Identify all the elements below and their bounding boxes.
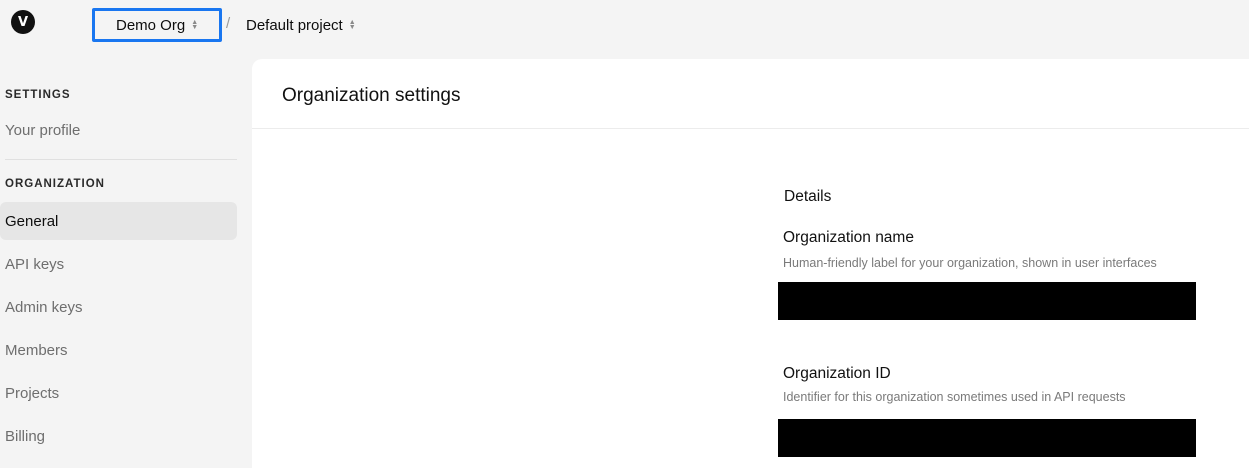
org-switcher-button[interactable]: Demo Org ▲ ▼: [92, 8, 222, 42]
sidebar-item-api-keys[interactable]: API keys: [0, 245, 237, 283]
org-name: Demo Org: [116, 16, 186, 34]
chevron-up-down-icon: ▲ ▼: [191, 19, 199, 31]
sidebar-item-projects[interactable]: Projects: [0, 374, 237, 412]
sidebar-item-label: API keys: [5, 255, 65, 273]
sidebar-item-your-profile[interactable]: Your profile: [0, 111, 237, 149]
sidebar-item-label: Members: [5, 341, 68, 359]
org-name-description: Human-friendly label for your organizati…: [783, 256, 1157, 270]
logo-letter: V: [17, 14, 29, 30]
org-id-value-redacted[interactable]: [778, 419, 1196, 457]
sidebar-item-billing[interactable]: Billing: [0, 417, 237, 455]
project-name: Default project: [246, 16, 343, 34]
sidebar-item-members[interactable]: Members: [0, 331, 237, 369]
sidebar-item-admin-keys[interactable]: Admin keys: [0, 288, 237, 326]
org-name-input-redacted[interactable]: [778, 282, 1196, 320]
org-id-description: Identifier for this organization sometim…: [783, 390, 1126, 404]
sidebar-item-label: Billing: [5, 427, 46, 445]
sidebar-item-label: Your profile: [5, 121, 81, 139]
main-panel: Organization settings Details Organizati…: [252, 59, 1249, 468]
org-name-label: Organization name: [783, 229, 914, 246]
breadcrumb-separator: /: [226, 15, 231, 32]
organization-section-label: ORGANIZATION: [5, 178, 105, 190]
org-avatar[interactable]: V: [11, 10, 35, 34]
main-header: Organization settings: [252, 59, 1249, 129]
sidebar: SETTINGS Your profile ORGANIZATION Gener…: [0, 50, 250, 468]
sidebar-divider: [5, 159, 237, 160]
top-bar: V Demo Org ▲ ▼ / Default project ▲ ▼: [0, 0, 1249, 50]
org-id-label: Organization ID: [783, 365, 891, 382]
chevron-up-down-icon: ▲ ▼: [348, 19, 356, 31]
sidebar-item-label: Admin keys: [5, 298, 83, 316]
details-heading: Details: [784, 188, 832, 205]
sidebar-item-general[interactable]: General: [0, 202, 237, 240]
project-switcher-button[interactable]: Default project ▲ ▼: [246, 8, 356, 42]
page-title: Organization settings: [282, 85, 461, 106]
settings-section-label: SETTINGS: [5, 89, 71, 101]
sidebar-item-label: Projects: [5, 384, 60, 402]
sidebar-item-label: General: [5, 212, 59, 230]
